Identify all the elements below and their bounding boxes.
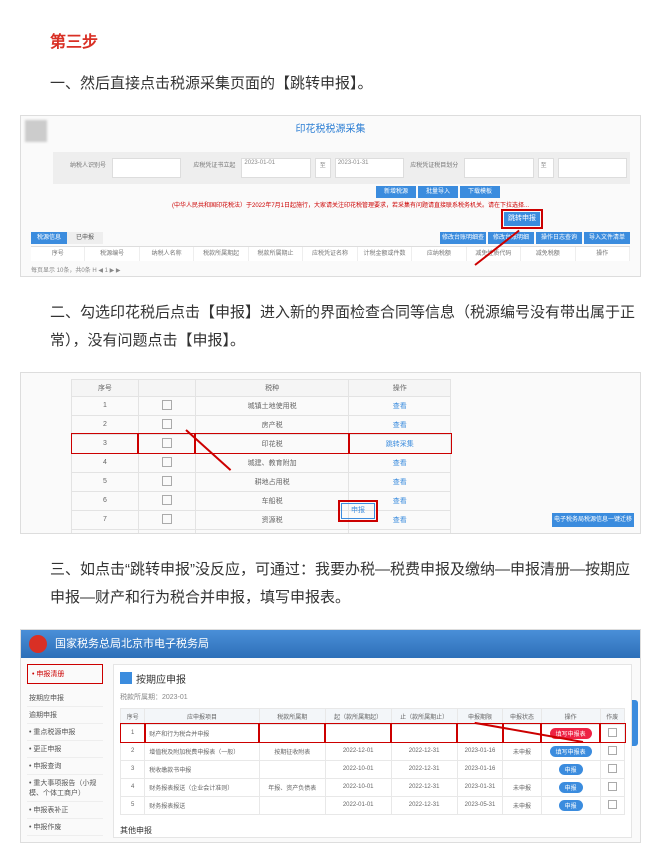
period2: 税款所属期起： 税款所属期止： bbox=[120, 842, 625, 843]
action-pill[interactable]: 申报 bbox=[559, 764, 583, 775]
step-title: 第三步 bbox=[50, 28, 641, 52]
link[interactable]: 查看 bbox=[349, 453, 451, 472]
template-btn[interactable]: 下载模板 bbox=[460, 186, 500, 198]
col: 减免性质代码 bbox=[467, 247, 521, 261]
date-input[interactable]: 2023-01-01 bbox=[241, 158, 310, 178]
right-buttons: 修改台账明细查询 修改台账明细 操作日志查询 导入文件清单 bbox=[440, 232, 630, 244]
action-pill[interactable]: 填写申报表 bbox=[550, 746, 592, 757]
select[interactable] bbox=[464, 158, 533, 178]
action-buttons: 新增税源 批量导入 下载模板 bbox=[376, 186, 500, 198]
tabs: 税源信息 已申报 bbox=[31, 232, 103, 244]
label: 应税凭证书立起 bbox=[185, 159, 237, 177]
th: 序号 bbox=[72, 379, 139, 396]
col: 序号 bbox=[31, 247, 85, 261]
add-btn[interactable]: 新增税源 bbox=[376, 186, 416, 198]
sidebar-item[interactable]: 按期应申报 bbox=[27, 690, 103, 707]
action-pill[interactable]: 申报 bbox=[559, 800, 583, 811]
col: 纳税人名称 bbox=[140, 247, 194, 261]
sep: 至 bbox=[538, 158, 554, 178]
declare-button[interactable]: 申报 bbox=[341, 503, 375, 519]
warning-text: (中华人民共和国印花税法）于2022年7月1日起施行，大家请关注印花税管理要求，… bbox=[151, 200, 550, 209]
period-label: 税款所属期：2023-01 bbox=[120, 692, 625, 702]
th bbox=[138, 379, 195, 396]
th: 税种 bbox=[195, 379, 349, 396]
col: 税款所属期起 bbox=[194, 247, 248, 261]
header-bar: 国家税务总局北京市电子税务局 bbox=[21, 630, 640, 658]
paragraph-1: 一、然后直接点击税源采集页面的【跳转申报】。 bbox=[50, 70, 641, 99]
import-btn[interactable]: 批量导入 bbox=[418, 186, 458, 198]
paragraph-3: 三、如点击“跳转申报”没反应，可通过：我要办税—税费申报及缴纳—申报清册—按期应… bbox=[50, 556, 641, 613]
pagination: 每页显示 10条，共0条 H ◀ 1 ▶ ▶ bbox=[31, 265, 121, 274]
screenshot-3: 国家税务总局北京市电子税务局 • 申报清册 按期应申报逾期申报• 重点税源申报•… bbox=[20, 629, 641, 843]
section-2: 其他申报 bbox=[120, 825, 625, 836]
checkbox[interactable] bbox=[162, 476, 172, 486]
btn[interactable]: 导入文件清单 bbox=[584, 232, 630, 244]
sidebar-item[interactable]: • 重点税源申报 bbox=[27, 724, 103, 741]
label: 应税凭证税目划分 bbox=[408, 159, 460, 177]
btn[interactable]: 修改台账明细 bbox=[488, 232, 534, 244]
sidebar-item[interactable]: • 重大事项报告（小规模、个体工商户） bbox=[27, 775, 103, 802]
link[interactable]: 查看 bbox=[349, 529, 451, 534]
declare-table: 序号应申报项目税款所属期起（款所属期起）止（款所属期止）申报期限申报状态操作作废… bbox=[120, 708, 625, 815]
to: 至 bbox=[315, 158, 331, 178]
col: 应税凭证名称 bbox=[303, 247, 357, 261]
sidebar: • 申报清册 按期应申报逾期申报• 重点税源申报• 更正申报• 申报查询• 重大… bbox=[27, 664, 103, 836]
screenshot-1: 印花税税源采集 纳税人识别号 应税凭证书立起 2023-01-01 至 2023… bbox=[20, 115, 641, 277]
link[interactable]: 跳转采集 bbox=[349, 434, 451, 453]
btn[interactable]: 操作日志查询 bbox=[536, 232, 582, 244]
action-pill[interactable]: 申报 bbox=[559, 782, 583, 793]
link[interactable]: 查看 bbox=[349, 472, 451, 491]
col: 操作 bbox=[576, 247, 630, 261]
checkbox[interactable] bbox=[608, 746, 617, 755]
checkbox[interactable] bbox=[162, 438, 172, 448]
date-input[interactable]: 2023-01-31 bbox=[335, 158, 404, 178]
checkbox[interactable] bbox=[608, 800, 617, 809]
input[interactable] bbox=[112, 158, 181, 178]
checkbox[interactable] bbox=[162, 514, 172, 524]
table-header: 序号 税源编号 纳税人名称 税款所属期起 税款所属期止 应税凭证名称 计税金额或… bbox=[31, 246, 630, 261]
col: 税源编号 bbox=[85, 247, 139, 261]
link[interactable]: 查看 bbox=[349, 415, 451, 434]
sidebar-active[interactable]: • 申报清册 bbox=[27, 664, 103, 684]
checkbox[interactable] bbox=[162, 457, 172, 467]
col: 减免税额 bbox=[521, 247, 575, 261]
select[interactable] bbox=[558, 158, 627, 178]
checkbox[interactable] bbox=[608, 782, 617, 791]
jump-declare-button[interactable]: 跳转申报 bbox=[504, 212, 540, 226]
paragraph-2: 二、勾选印花税后点击【申报】进入新的界面检查合同等信息（税源编号没有带出属于正常… bbox=[50, 299, 641, 356]
checkbox[interactable] bbox=[162, 419, 172, 429]
checkbox[interactable] bbox=[608, 728, 617, 737]
checkbox[interactable] bbox=[162, 400, 172, 410]
th: 操作 bbox=[349, 379, 451, 396]
corner-button[interactable]: 电子税务局税源信息一键迁移 bbox=[552, 513, 634, 527]
btn[interactable]: 修改台账明细查询 bbox=[440, 232, 486, 244]
sidebar-item[interactable]: 逾期申报 bbox=[27, 707, 103, 724]
checkbox[interactable] bbox=[608, 764, 617, 773]
tab-active[interactable]: 税源信息 bbox=[31, 232, 67, 244]
tax-table: 序号税种操作 1城镇土地使用税查看2房产税查看3印花税跳转采集4城建、教育附加查… bbox=[71, 379, 451, 534]
col: 税款所属期止 bbox=[249, 247, 303, 261]
panel-title: 按期应申报 bbox=[120, 671, 625, 686]
sidebar-item[interactable]: • 更正申报 bbox=[27, 741, 103, 758]
filter-bar: 纳税人识别号 应税凭证书立起 2023-01-01 至 2023-01-31 应… bbox=[53, 152, 630, 184]
col: 应纳税额 bbox=[412, 247, 466, 261]
checkbox[interactable] bbox=[162, 533, 172, 534]
tab[interactable]: 已申报 bbox=[67, 232, 103, 244]
main-panel: 按期应申报 税款所属期：2023-01 序号应申报项目税款所属期起（款所属期起）… bbox=[113, 664, 632, 838]
link[interactable]: 查看 bbox=[349, 396, 451, 415]
label: 纳税人识别号 bbox=[56, 159, 108, 177]
screenshot-2: 序号税种操作 1城镇土地使用税查看2房产税查看3印花税跳转采集4城建、教育附加查… bbox=[20, 372, 641, 534]
sidebar-item[interactable]: • 申报表补正 bbox=[27, 802, 103, 819]
shot1-title: 印花税税源采集 bbox=[21, 120, 640, 135]
sidebar-item[interactable]: • 申报作废 bbox=[27, 819, 103, 836]
sidebar-item[interactable]: • 申报查询 bbox=[27, 758, 103, 775]
checkbox[interactable] bbox=[162, 495, 172, 505]
col: 计税金额或件数 bbox=[358, 247, 412, 261]
